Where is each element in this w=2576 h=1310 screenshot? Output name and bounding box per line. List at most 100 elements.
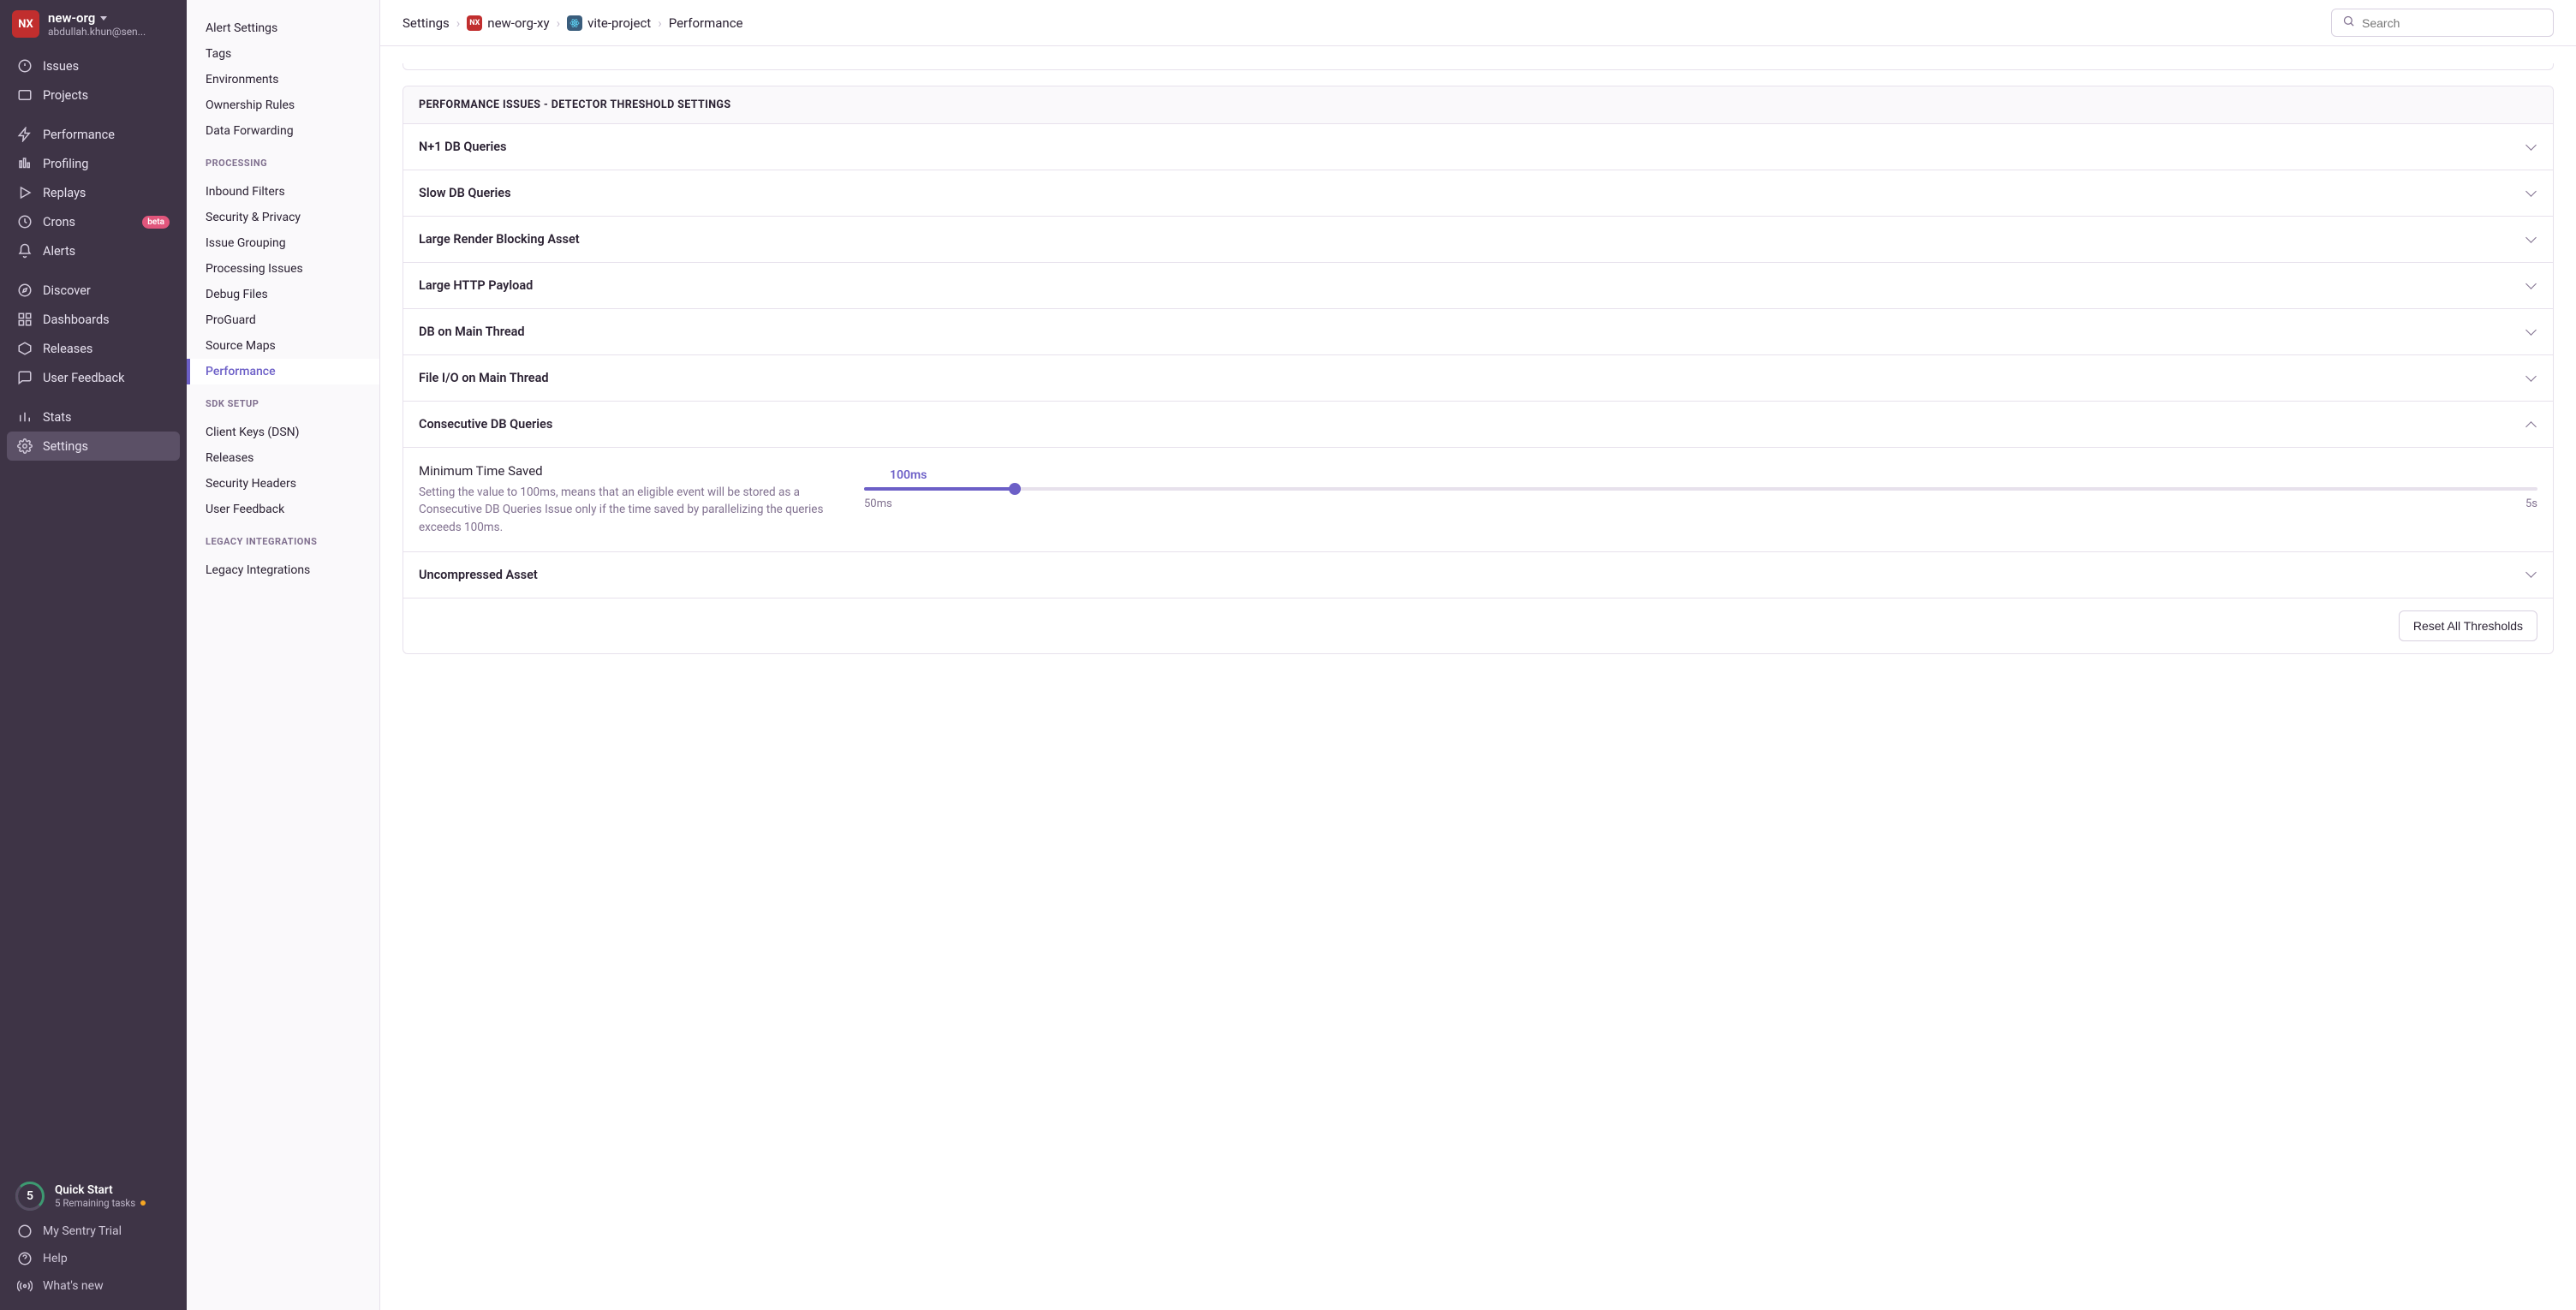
acc-large-http: Large HTTP Payload [403, 263, 2553, 309]
acc-head-large-http[interactable]: Large HTTP Payload [403, 263, 2553, 308]
acc-consecutive: Consecutive DB Queries Minimum Time Save… [403, 402, 2553, 552]
replays-icon [17, 185, 33, 200]
breadcrumb-project-icon [567, 15, 582, 31]
acc-head-consecutive[interactable]: Consecutive DB Queries [403, 402, 2553, 447]
settings-proguard[interactable]: ProGuard [187, 307, 379, 333]
settings-alert-settings[interactable]: Alert Settings [187, 15, 379, 41]
org-avatar: NX [12, 10, 39, 38]
chevron-down-icon [2525, 234, 2537, 246]
acc-slow-db: Slow DB Queries [403, 170, 2553, 217]
settings-security-privacy[interactable]: Security & Privacy [187, 205, 379, 230]
settings-heading-sdk: SDK Setup [187, 390, 379, 414]
settings-tags[interactable]: Tags [187, 41, 379, 67]
nav-releases[interactable]: Releases [7, 334, 180, 363]
nav-crons[interactable]: Crons beta [7, 207, 180, 236]
settings-heading-legacy: Legacy Integrations [187, 527, 379, 552]
releases-icon [17, 341, 33, 356]
org-email: abdullah.khun@sen... [48, 26, 146, 38]
dashboards-icon [17, 312, 33, 327]
crons-icon [17, 214, 33, 229]
acc-head-db-main[interactable]: DB on Main Thread [403, 309, 2553, 354]
acc-head-large-render[interactable]: Large Render Blocking Asset [403, 217, 2553, 262]
breadcrumb-page: Performance [669, 15, 743, 31]
alerts-icon [17, 243, 33, 259]
breadcrumb: Settings › NX new-org-xy › vite-project … [402, 15, 2316, 31]
nav-settings[interactable]: Settings [7, 432, 180, 461]
settings-ownership-rules[interactable]: Ownership Rules [187, 92, 379, 118]
acc-head-file-io[interactable]: File I/O on Main Thread [403, 355, 2553, 401]
settings-processing-issues[interactable]: Processing Issues [187, 256, 379, 282]
settings-source-maps[interactable]: Source Maps [187, 333, 379, 359]
chevron-down-icon [2525, 372, 2537, 384]
reset-all-button[interactable]: Reset All Thresholds [2399, 610, 2537, 641]
acc-uncompressed: Uncompressed Asset [403, 552, 2553, 598]
acc-head-n1-db[interactable]: N+1 DB Queries [403, 124, 2553, 170]
settings-issue-grouping[interactable]: Issue Grouping [187, 230, 379, 256]
quick-start[interactable]: 5 Quick Start 5 Remaining tasks [7, 1175, 180, 1218]
settings-icon [17, 438, 33, 454]
nav-dashboards[interactable]: Dashboards [7, 305, 180, 334]
nav-performance[interactable]: Performance [7, 120, 180, 149]
user-feedback-icon [17, 370, 33, 385]
search-input[interactable] [2362, 16, 2543, 30]
search-box[interactable] [2331, 9, 2554, 37]
breadcrumb-settings[interactable]: Settings [402, 15, 450, 31]
acc-db-main: DB on Main Thread [403, 309, 2553, 355]
settings-environments[interactable]: Environments [187, 67, 379, 92]
nav-discover[interactable]: Discover [7, 276, 180, 305]
breadcrumb-org[interactable]: new-org-xy [487, 15, 549, 31]
settings-client-keys[interactable]: Client Keys (DSN) [187, 420, 379, 445]
discover-icon [17, 283, 33, 298]
settings-inbound-filters[interactable]: Inbound Filters [187, 179, 379, 205]
help-icon [17, 1251, 33, 1266]
topbar: Settings › NX new-org-xy › vite-project … [380, 0, 2576, 46]
panel-heading: Performance Issues - Detector Threshold … [403, 86, 2553, 124]
nav-projects[interactable]: Projects [7, 80, 180, 110]
footer-whats-new[interactable]: What's new [7, 1272, 180, 1300]
slider-min: 50ms [864, 497, 892, 510]
acc-head-uncompressed[interactable]: Uncompressed Asset [403, 552, 2553, 598]
nav-profiling[interactable]: Profiling [7, 149, 180, 178]
slider-value: 100ms [890, 468, 2537, 482]
footer-trial[interactable]: My Sentry Trial [7, 1218, 180, 1245]
settings-security-headers[interactable]: Security Headers [187, 471, 379, 497]
chevron-right-icon: › [557, 15, 561, 31]
quick-start-title: Quick Start [55, 1183, 146, 1197]
chevron-down-icon [2525, 569, 2537, 581]
settings-legacy-integrations[interactable]: Legacy Integrations [187, 557, 379, 583]
detector-panel: Performance Issues - Detector Threshold … [402, 86, 2554, 654]
slider-max: 5s [2525, 497, 2537, 510]
nav-stats[interactable]: Stats [7, 402, 180, 432]
broadcast-icon [17, 1278, 33, 1294]
settings-data-forwarding[interactable]: Data Forwarding [187, 118, 379, 144]
settings-sidebar: Alert Settings Tags Environments Ownersh… [187, 0, 380, 1310]
chevron-down-icon [2525, 326, 2537, 338]
stats-icon [17, 409, 33, 425]
acc-file-io: File I/O on Main Thread [403, 355, 2553, 402]
profiling-icon [17, 156, 33, 171]
acc-head-slow-db[interactable]: Slow DB Queries [403, 170, 2553, 216]
nav-replays[interactable]: Replays [7, 178, 180, 207]
footer-help[interactable]: Help [7, 1245, 180, 1272]
threshold-slider[interactable]: 100ms 50ms 5s [864, 463, 2537, 510]
field-help: Setting the value to 100ms, means that a… [419, 484, 830, 536]
org-switcher[interactable]: NX new-org abdullah.khun@sen... [0, 0, 187, 48]
settings-debug-files[interactable]: Debug Files [187, 282, 379, 307]
chevron-right-icon: › [658, 15, 662, 31]
org-name: new-org [48, 10, 95, 26]
slider-thumb[interactable] [1009, 483, 1021, 495]
slider-fill [864, 487, 1015, 491]
nav-issues[interactable]: Issues [7, 51, 180, 80]
settings-performance[interactable]: Performance [187, 359, 379, 384]
acc-large-render: Large Render Blocking Asset [403, 217, 2553, 263]
breadcrumb-project[interactable]: vite-project [587, 15, 651, 31]
chevron-right-icon: › [456, 15, 461, 31]
chevron-up-icon [2525, 419, 2537, 431]
nav-alerts[interactable]: Alerts [7, 236, 180, 265]
trial-icon [17, 1224, 33, 1239]
nav-user-feedback[interactable]: User Feedback [7, 363, 180, 392]
slider-track[interactable] [864, 487, 2537, 491]
quick-start-sub: 5 Remaining tasks [55, 1197, 146, 1209]
settings-releases[interactable]: Releases [187, 445, 379, 471]
settings-user-feedback[interactable]: User Feedback [187, 497, 379, 522]
